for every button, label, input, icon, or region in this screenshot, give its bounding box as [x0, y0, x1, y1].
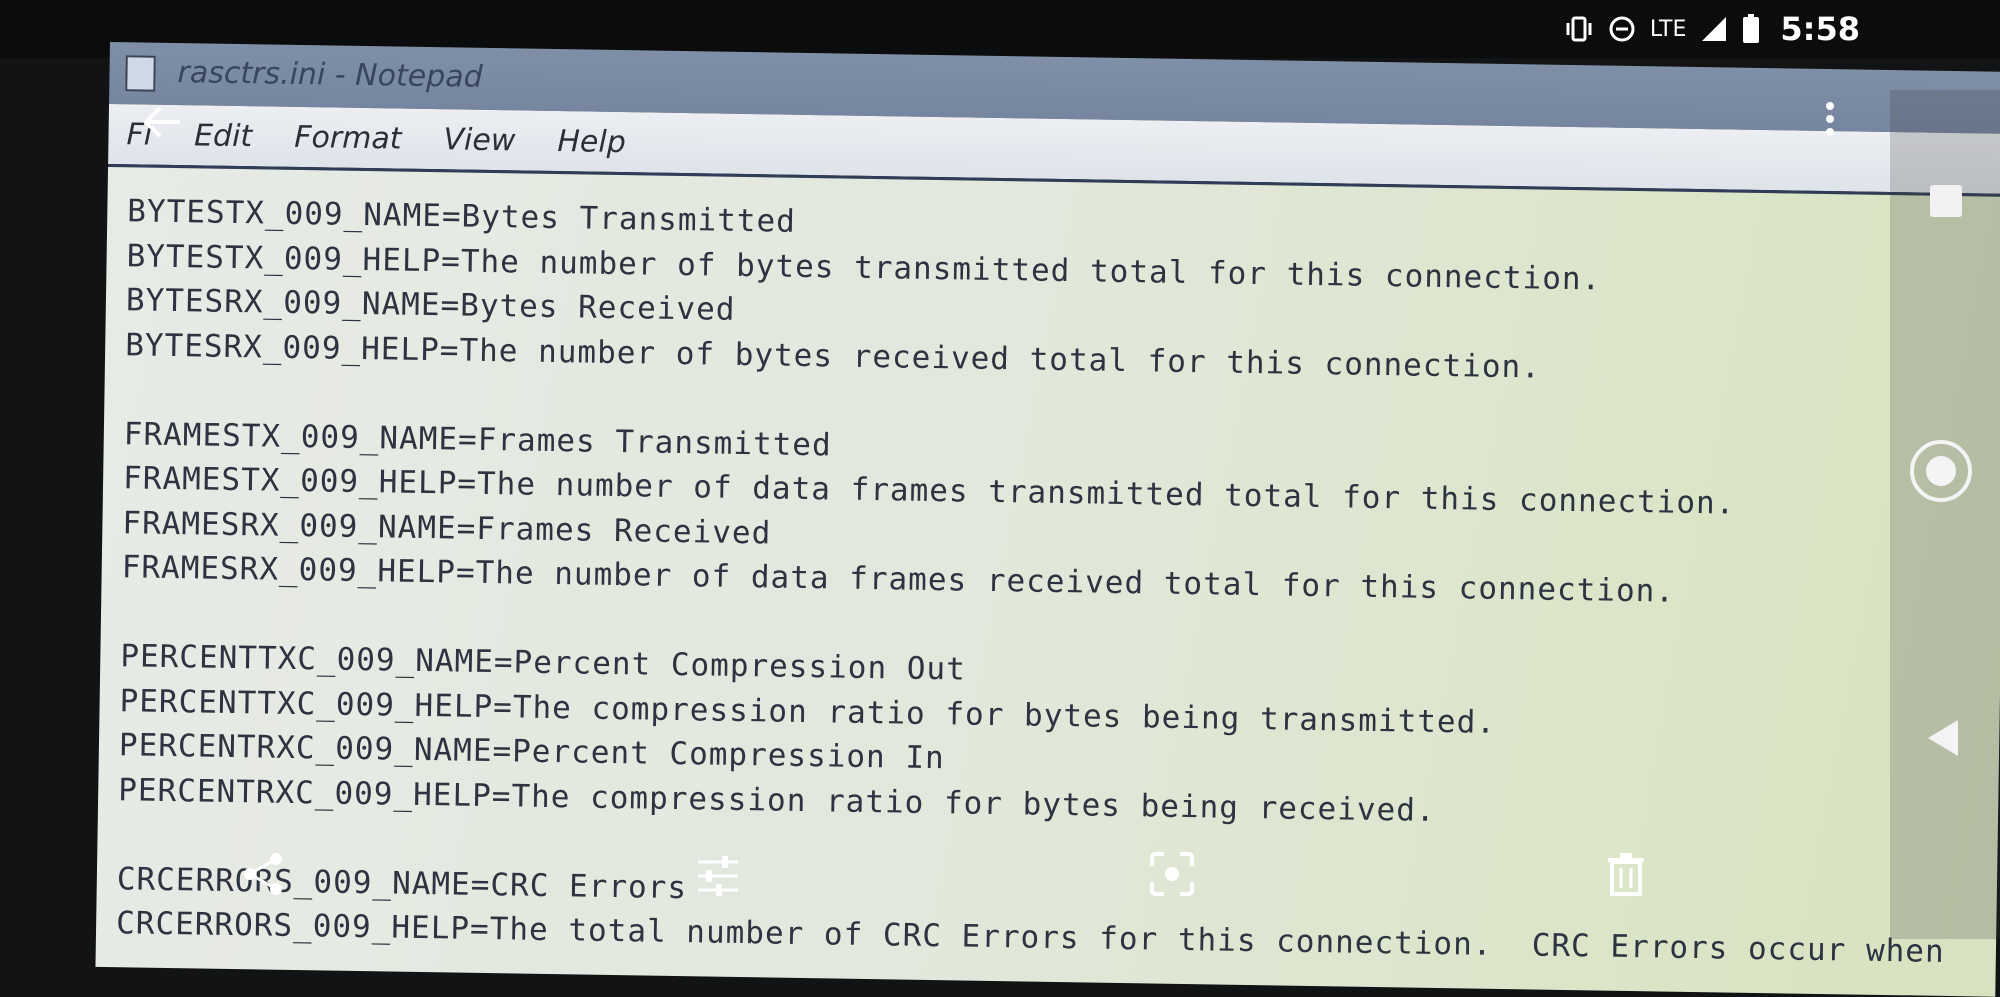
editor-line: PERCENTTXC_009_NAME=Percent Compression … — [120, 638, 967, 688]
home-icon[interactable] — [1910, 440, 1972, 502]
window-title: rasctrs.ini - Notepad — [177, 55, 483, 95]
battery-icon — [1742, 14, 1760, 44]
editor-line: BYTESRX_009_HELP=The number of bytes rec… — [124, 326, 1542, 386]
editor-line: FRAMESRX_009_NAME=Frames Received — [122, 504, 772, 551]
editor-line: FRAMESRX_009_HELP=The number of data fra… — [121, 549, 1676, 610]
status-icons: LTE 5:58 — [1564, 8, 1860, 50]
editor-line: BYTESTX_009_NAME=Bytes Transmitted — [127, 193, 797, 240]
editor-line: CRCERRORS_009_HELP=The total number of C… — [115, 905, 1945, 970]
editor-line: CRCERRORS_009_NAME=CRC Errors — [116, 860, 688, 906]
back-arrow-icon[interactable] — [140, 100, 184, 144]
signal-icon — [1700, 15, 1728, 43]
navigation-bar — [1890, 90, 2000, 939]
lens-icon[interactable] — [1148, 850, 1196, 898]
menu-help[interactable]: Help — [557, 124, 626, 160]
menu-format[interactable]: Format — [294, 119, 402, 156]
delete-icon[interactable] — [1602, 850, 1650, 898]
edit-icon[interactable] — [694, 852, 742, 900]
do-not-disturb-icon — [1608, 15, 1636, 43]
editor-line: FRAMESTX_009_NAME=Frames Transmitted — [123, 415, 832, 463]
menu-view[interactable]: View — [443, 122, 515, 158]
vibrate-icon — [1564, 16, 1594, 42]
editor-line: PERCENTRXC_009_HELP=The compression rati… — [117, 771, 1436, 829]
notepad-window: rasctrs.ini - Notepad Fi Edit Format Vie… — [95, 42, 2000, 997]
more-options-icon[interactable] — [1822, 98, 1838, 142]
nav-back-icon[interactable] — [1926, 718, 1960, 758]
text-editor[interactable]: BYTESTX_009_NAME=Bytes Transmitted BYTES… — [95, 166, 2000, 997]
editor-line: PERCENTRXC_009_NAME=Percent Compression … — [118, 727, 946, 777]
menu-edit[interactable]: Edit — [194, 118, 253, 154]
clock: 5:58 — [1780, 10, 1860, 48]
notepad-app-icon — [125, 55, 156, 92]
share-icon[interactable] — [240, 850, 288, 898]
editor-line: BYTESRX_009_NAME=Bytes Received — [125, 282, 736, 328]
recents-icon[interactable] — [1930, 185, 1962, 217]
network-type: LTE — [1649, 16, 1687, 42]
